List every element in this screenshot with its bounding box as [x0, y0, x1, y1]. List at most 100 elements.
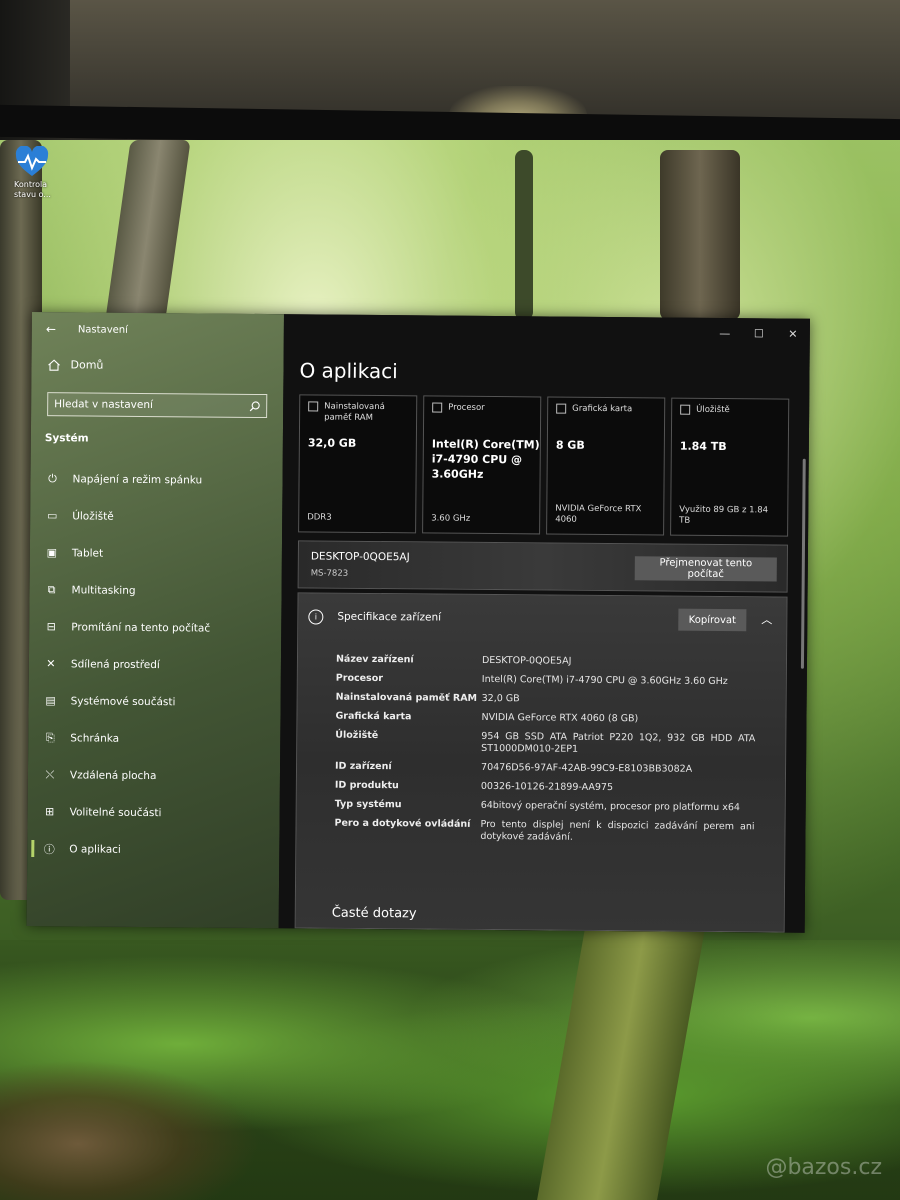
spec-key: Procesor — [335, 672, 383, 685]
tile-header: Grafická karta — [556, 403, 658, 416]
spec-key: Typ systému — [334, 798, 402, 811]
scrollbar[interactable] — [800, 458, 806, 669]
search-placeholder: Hledat v nastavení — [54, 398, 153, 412]
spec-row: Úložiště 954 GB SSD ATA Patriot P220 1Q2… — [335, 730, 755, 758]
sidebar-item-label: Volitelné součásti — [69, 805, 162, 819]
hardware-tiles: Nainstalovaná paměť RAM 32,0 GB DDR3 Pro… — [298, 394, 790, 537]
spec-row: Procesor Intel(R) Core(TM) i7-4790 CPU @… — [336, 673, 756, 689]
spec-key: ID produktu — [334, 779, 399, 792]
sidebar-item-multitasking[interactable]: ⧉ Multitasking — [43, 571, 273, 610]
spec-value: 64bitový operační systém, procesor pro p… — [480, 799, 740, 814]
title-bar: ← Nastavení — [46, 318, 128, 341]
tile-value: 8 GB — [555, 438, 585, 452]
spec-key: Úložiště — [335, 729, 379, 742]
maximize-button[interactable]: ☐ — [742, 318, 776, 348]
spec-value: Pro tento displej není k dispozici zadáv… — [480, 818, 755, 843]
tile-footer: 3.60 GHz — [431, 513, 471, 524]
desktop-shortcut-label: Kontrola stavu o... — [14, 180, 51, 199]
tile-value: 32,0 GB — [307, 436, 357, 450]
sidebar-item-label: Napájení a režim spánku — [72, 472, 203, 486]
sidebar-item-projecting[interactable]: ⊟ Promítání na tento počítač — [43, 608, 273, 647]
settings-content: — ☐ ✕ O aplikaci Nainstalovaná paměť RAM… — [278, 314, 810, 933]
spec-row: Nainstalovaná paměť RAM 32,0 GB — [336, 692, 756, 708]
sidebar-item-label: Vzdálená plocha — [69, 768, 157, 782]
tile-footer: DDR3 — [307, 512, 332, 523]
tile-processor: Procesor Intel(R) Core(TM) i7-4790 CPU @… — [422, 395, 542, 535]
search-icon — [249, 400, 260, 411]
spec-key: Pero a dotykové ovládání — [334, 817, 471, 830]
search-input[interactable]: Hledat v nastavení — [47, 392, 268, 419]
settings-sidebar: ← Nastavení Domů Hledat v nastavení Syst… — [26, 312, 284, 929]
copy-button[interactable]: Kopírovat — [678, 608, 747, 632]
back-arrow-icon[interactable]: ← — [46, 322, 60, 336]
sidebar-nav: ⏻ Napájení a režim spánku ▭ Úložiště ▣ T… — [41, 460, 275, 869]
sidebar-item-tablet[interactable]: ▣ Tablet — [44, 534, 274, 573]
sidebar-item-label: Multitasking — [71, 583, 136, 597]
sidebar-item-shared-experiences[interactable]: ✕ Sdílená prostředí — [43, 645, 273, 684]
projecting-icon: ⊟ — [46, 620, 56, 634]
sidebar-item-system-components[interactable]: ▤ Systémové součásti — [42, 682, 272, 721]
tile-value: 1.84 TB — [679, 439, 727, 454]
sidebar-item-storage[interactable]: ▭ Úložiště — [44, 497, 274, 536]
cpu-icon — [432, 402, 443, 413]
sidebar-item-label: Schránka — [70, 731, 120, 745]
tile-footer: NVIDIA GeForce RTX 4060 — [555, 503, 642, 525]
spec-row: ID zařízení 70476D56-97AF-42AB-99C9-E810… — [335, 761, 755, 777]
spec-key: Grafická karta — [335, 710, 412, 723]
health-check-icon — [15, 146, 49, 176]
tile-header: Úložiště — [680, 404, 782, 417]
device-specs-title: Specifikace zařízení — [337, 610, 442, 624]
tile-value: Intel(R) Core(TM) i7-4790 CPU @ 3.60GHz — [431, 437, 540, 481]
spec-value: DESKTOP-0QOE5AJ — [481, 654, 572, 667]
spec-row: Typ systému 64bitový operační systém, pr… — [335, 799, 755, 815]
tablet-icon: ▣ — [46, 546, 58, 560]
device-name: DESKTOP-0QOE5AJ — [310, 550, 410, 564]
spec-row: Pero a dotykové ovládání Pro tento displ… — [334, 817, 755, 846]
info-icon: i — [308, 608, 324, 625]
wallpaper-tree — [660, 150, 740, 320]
tile-header-label: Úložiště — [696, 404, 730, 416]
rename-pc-button[interactable]: Přejmenovat tento počítač — [634, 556, 777, 582]
watermark: @bazos.cz — [765, 1155, 882, 1180]
window-title: Nastavení — [77, 323, 128, 336]
spec-row: ID produktu 00326-10126-21899-AA975 — [335, 780, 755, 796]
sidebar-item-optional-features[interactable]: ⊞ Volitelné součásti — [41, 793, 271, 832]
page-title: O aplikaci — [299, 358, 398, 384]
sidebar-item-label: Promítání na tento počítač — [71, 620, 211, 635]
section-heading: Systém — [44, 432, 89, 445]
spec-value: Intel(R) Core(TM) i7-4790 CPU @ 3.60GHz … — [481, 673, 728, 688]
spec-value: 70476D56-97AF-42AB-99C9-E8103BB3082A — [480, 761, 693, 775]
tile-ram: Nainstalovaná paměť RAM 32,0 GB DDR3 — [298, 394, 418, 534]
tile-storage: Úložiště 1.84 TB Využito 89 GB z 1.84 TB — [670, 397, 790, 537]
sidebar-item-about[interactable]: ⓘ O aplikaci — [41, 830, 271, 869]
window-caption-buttons: — ☐ ✕ — [708, 318, 810, 349]
sidebar-item-label: Tablet — [71, 546, 104, 560]
sidebar-item-power[interactable]: ⏻ Napájení a režim spánku — [44, 460, 274, 499]
gpu-icon — [556, 403, 567, 414]
multitasking-icon: ⧉ — [47, 582, 56, 596]
sidebar-item-label: Sdílená prostředí — [70, 657, 160, 671]
wallpaper-tree — [105, 140, 191, 320]
sidebar-item-label: O aplikaci — [69, 842, 121, 856]
home-icon — [48, 358, 60, 371]
sidebar-item-clipboard[interactable]: ⎘ Schránka — [42, 719, 272, 758]
tile-header: Procesor — [432, 402, 534, 414]
sidebar-item-remote-desktop[interactable]: ⤬ Vzdálená plocha — [42, 756, 272, 795]
tile-header-label: Nainstalovaná paměť RAM — [324, 401, 385, 423]
close-button[interactable]: ✕ — [776, 318, 810, 348]
remote-desktop-icon: ⤬ — [45, 767, 55, 781]
spec-row: Název zařízení DESKTOP-0QOE5AJ — [336, 654, 756, 670]
clipboard-icon: ⎘ — [45, 730, 55, 744]
spec-value: NVIDIA GeForce RTX 4060 (8 GB) — [481, 711, 639, 725]
optional-features-icon: ⊞ — [44, 805, 55, 819]
home-link[interactable]: Domů — [47, 358, 103, 372]
device-specs-panel: i Specifikace zařízení Kopírovat ︿ Název… — [294, 592, 788, 933]
shared-experiences-icon: ✕ — [46, 657, 56, 671]
device-model: MS-7823 — [310, 568, 349, 579]
faq-link[interactable]: Časté dotazy — [332, 906, 417, 922]
desktop-shortcut[interactable]: Kontrola stavu o... — [14, 146, 64, 200]
minimize-button[interactable]: — — [708, 318, 742, 348]
spec-row: Grafická karta NVIDIA GeForce RTX 4060 (… — [335, 711, 755, 727]
tile-footer: Využito 89 GB z 1.84 TB — [679, 504, 769, 526]
chevron-up-icon[interactable]: ︿ — [761, 611, 772, 627]
